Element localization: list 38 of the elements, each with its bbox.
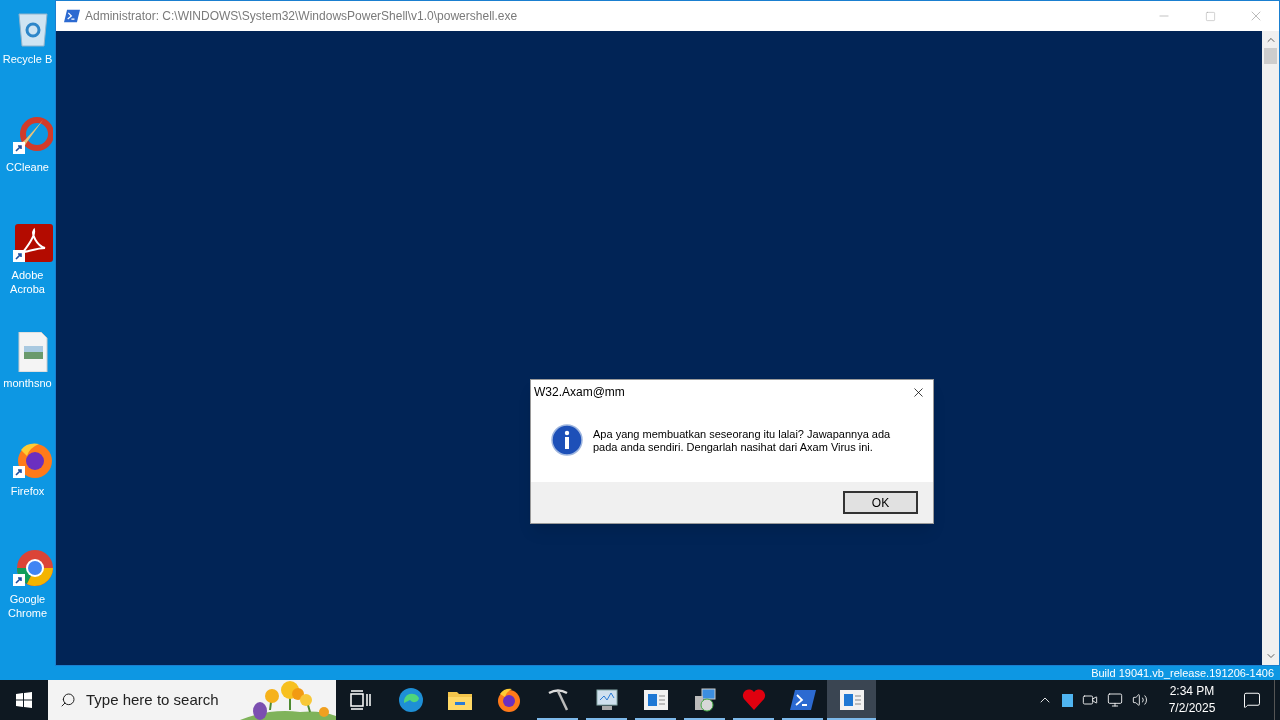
windows-logo-icon (16, 692, 32, 708)
window-title: Administrator: C:\WINDOWS\System32\WindowsPowerShell\v1.0\powershell.exe (85, 8, 518, 25)
camera-icon[interactable] (1082, 692, 1098, 708)
ok-button[interactable]: OK (843, 491, 918, 514)
build-text: Build 19041.vb_release.191206-1406 (1091, 667, 1274, 679)
search-icon (60, 692, 76, 708)
desktop-icon-label[interactable]: Recycle B (2, 52, 53, 66)
desktop-icon-label[interactable]: CCleane (6, 160, 49, 174)
info-icon (551, 424, 583, 456)
network-icon[interactable] (1107, 692, 1123, 708)
desktop-icon-label[interactable]: monthsno (3, 376, 52, 390)
maximize-icon (1204, 10, 1216, 22)
folder-icon (447, 690, 472, 710)
dialog-message: Apa yang membuatkan seseorang itu lalai? Jawapannya ada pada anda sendiri. Dengarlah nasihat dari Axam Virus ini. (593, 428, 892, 454)
tray-app-icon[interactable] (1062, 693, 1073, 707)
scrollbar[interactable] (1262, 31, 1279, 665)
search-bar[interactable]: Type here to search (48, 680, 336, 720)
taskbar-button[interactable] (827, 680, 876, 720)
heart-icon (741, 689, 766, 711)
browser-swirl-icon (397, 687, 424, 713)
pdf-icon (12, 224, 53, 264)
task-view-icon (350, 690, 372, 710)
browser-icon (12, 548, 53, 588)
app-window-icon (839, 690, 864, 710)
scroll-thumb[interactable] (1264, 48, 1277, 64)
desktop-icon-label[interactable]: Adobe Acroba (10, 268, 45, 296)
dialog-title: W32.Axam@mm (534, 384, 625, 401)
volume-icon[interactable] (1132, 692, 1148, 708)
desktop-icon-label[interactable]: Google Chrome (7, 592, 48, 620)
terminal-icon (789, 689, 816, 711)
search-field[interactable]: Type here to search (86, 688, 256, 712)
notifications-icon (1243, 691, 1261, 709)
monitor-chart-icon (593, 688, 620, 712)
clock[interactable]: 2:34 PM 7/2/2025 (1154, 680, 1230, 720)
terminal-icon (64, 9, 80, 23)
desktop-icon-label[interactable]: Firefox (10, 484, 45, 498)
app-window-icon (643, 690, 668, 710)
installer-icon (692, 688, 717, 712)
